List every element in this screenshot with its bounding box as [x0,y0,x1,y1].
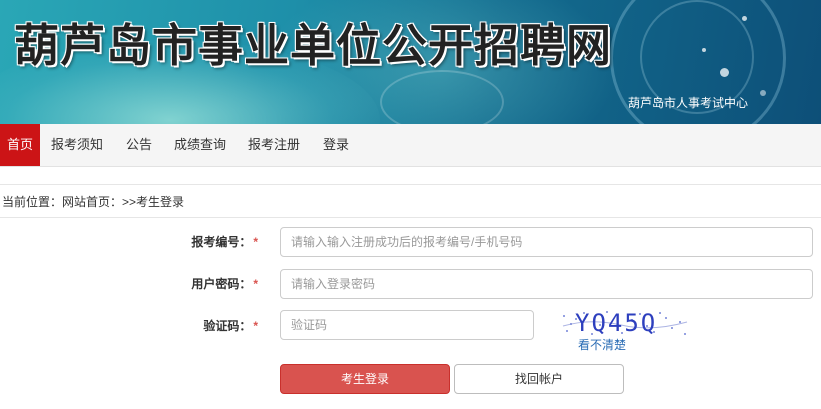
required-mark: * [253,319,258,333]
banner-bubble [720,68,729,77]
nav-item-home[interactable]: 首页 [0,124,40,166]
captcha-image[interactable]: YQ45Q [561,309,689,337]
nav-item-registration[interactable]: 报考注册 [248,124,300,166]
exam-number-label-text: 报考编号： [191,235,252,249]
banner-bubble [742,16,747,21]
nav-item-score-query[interactable]: 成绩查询 [174,124,226,166]
site-subtitle: 葫芦岛市人事考试中心 [628,96,749,110]
nav-item-login[interactable]: 登录 [322,124,350,166]
breadcrumb-text: 当前位置：网站首页：>>考生登录 [2,195,185,209]
exam-number-input[interactable] [280,227,813,257]
login-button[interactable]: 考生登录 [280,364,450,394]
nav-item-announcement[interactable]: 公告 [125,124,153,166]
captcha-refresh-link[interactable]: 看不清楚 [578,336,626,353]
banner-bubble [760,90,766,96]
captcha-label: 验证码： * [58,317,258,334]
password-label-text: 用户密码： [191,277,252,291]
required-mark: * [253,277,258,291]
password-label: 用户密码： * [58,275,258,292]
site-title: 葫芦岛市事业单位公开招聘网 [14,19,613,72]
exam-number-label: 报考编号： * [58,233,258,250]
password-input[interactable] [280,269,813,299]
breadcrumb: 当前位置：网站首页：>>考生登录 [0,184,821,218]
header-banner: 葫芦岛市事业单位公开招聘网 葫芦岛市人事考试中心 [0,0,821,124]
recover-account-button[interactable]: 找回帐户 [454,364,624,394]
captcha-label-text: 验证码： [203,319,252,333]
captcha-code: YQ45Q [575,309,658,337]
main-nav: 首页 报考须知 公告 成绩查询 报考注册 登录 [0,124,821,167]
captcha-input[interactable] [280,310,534,340]
banner-bubble [702,48,706,52]
required-mark: * [253,235,258,249]
nav-item-exam-notice[interactable]: 报考须知 [51,124,103,166]
